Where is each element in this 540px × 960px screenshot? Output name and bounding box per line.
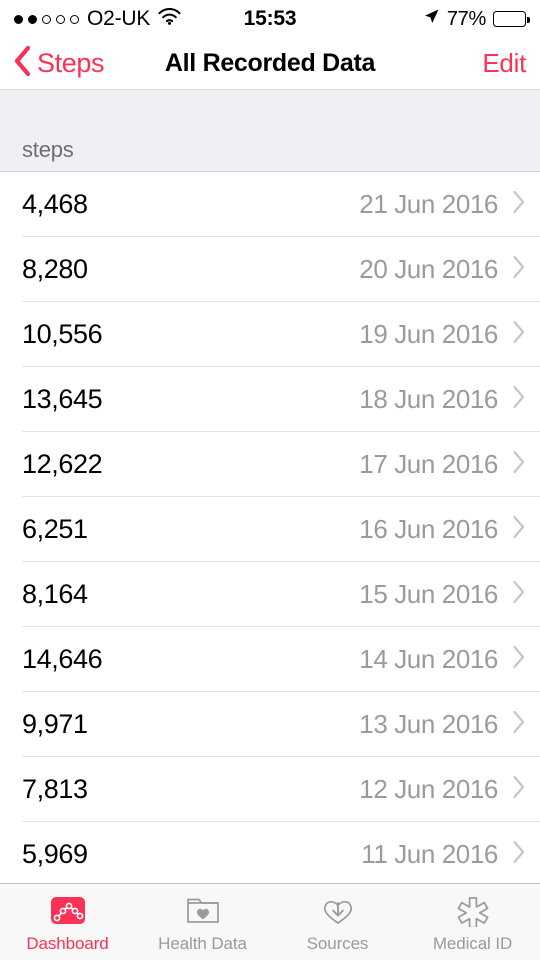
medical-star-icon <box>455 891 491 931</box>
folder-heart-icon <box>184 891 222 931</box>
tab-sources[interactable]: Sources <box>270 884 405 960</box>
row-right-group: 13 Jun 2016 <box>359 709 526 740</box>
chevron-right-icon <box>512 515 526 544</box>
row-date: 14 Jun 2016 <box>359 644 498 674</box>
records-rows: 4,468 21 Jun 2016 8,280 20 Jun 2016 10,556 19… <box>0 172 540 883</box>
chevron-right-icon <box>512 320 526 349</box>
row-value: 4,468 <box>22 189 88 219</box>
table-row[interactable]: 14,646 14 Jun 2016 <box>0 627 540 692</box>
row-right-group: 11 Jun 2016 <box>361 839 526 870</box>
edit-button[interactable]: Edit <box>482 48 526 79</box>
row-date: 19 Jun 2016 <box>359 319 498 349</box>
row-date: 12 Jun 2016 <box>359 774 498 804</box>
section-header-label: steps <box>22 137 74 162</box>
table-row[interactable]: 8,280 20 Jun 2016 <box>0 237 540 302</box>
table-row[interactable]: 12,622 17 Jun 2016 <box>0 432 540 497</box>
row-value: 10,556 <box>22 319 103 349</box>
row-right-group: 17 Jun 2016 <box>359 449 526 480</box>
navigation-bar: Steps All Recorded Data Edit <box>0 38 540 90</box>
table-row[interactable]: 9,971 13 Jun 2016 <box>0 692 540 757</box>
row-date: 20 Jun 2016 <box>359 254 498 284</box>
row-value: 6,251 <box>22 514 88 544</box>
row-date: 18 Jun 2016 <box>359 384 498 414</box>
chevron-right-icon <box>512 190 526 219</box>
row-right-group: 19 Jun 2016 <box>359 319 526 350</box>
section-header: steps <box>0 90 540 172</box>
row-date: 21 Jun 2016 <box>359 189 498 219</box>
row-date: 15 Jun 2016 <box>359 579 498 609</box>
table-row[interactable]: 7,813 12 Jun 2016 <box>0 757 540 822</box>
chevron-left-icon <box>14 45 31 81</box>
row-value: 5,969 <box>22 839 88 869</box>
row-value: 9,971 <box>22 709 88 739</box>
back-button-label: Steps <box>37 48 105 78</box>
row-right-group: 12 Jun 2016 <box>359 774 526 805</box>
tab-health-data-label: Health Data <box>158 933 247 953</box>
row-date: 11 Jun 2016 <box>361 839 498 869</box>
table-row[interactable]: 8,164 15 Jun 2016 <box>0 562 540 627</box>
row-right-group: 18 Jun 2016 <box>359 384 526 415</box>
tab-bar: Dashboard Health Data Sources Medical ID <box>0 883 540 960</box>
back-button[interactable]: Steps <box>14 45 105 81</box>
table-row[interactable]: 5,969 11 Jun 2016 <box>0 822 540 883</box>
tab-medical-id-label: Medical ID <box>432 933 513 953</box>
row-value: 12,622 <box>22 449 103 479</box>
row-value: 14,646 <box>22 644 103 674</box>
tab-sources-label: Sources <box>306 933 369 953</box>
battery-icon <box>493 11 530 27</box>
chevron-right-icon <box>512 710 526 739</box>
row-value: 7,813 <box>22 774 88 804</box>
row-value: 8,280 <box>22 254 88 284</box>
table-row[interactable]: 13,645 18 Jun 2016 <box>0 367 540 432</box>
dashboard-chart-icon <box>48 891 88 931</box>
table-row[interactable]: 10,556 19 Jun 2016 <box>0 302 540 367</box>
chevron-right-icon <box>512 385 526 414</box>
row-right-group: 21 Jun 2016 <box>359 189 526 220</box>
chevron-right-icon <box>512 775 526 804</box>
row-right-group: 15 Jun 2016 <box>359 579 526 610</box>
row-right-group: 14 Jun 2016 <box>359 644 526 675</box>
row-right-group: 16 Jun 2016 <box>359 514 526 545</box>
status-bar-clock: 15:53 <box>243 7 297 30</box>
row-date: 17 Jun 2016 <box>359 449 498 479</box>
row-date: 13 Jun 2016 <box>359 709 498 739</box>
tab-health-data[interactable]: Health Data <box>135 884 270 960</box>
chevron-right-icon <box>512 580 526 609</box>
app-screen: O2-UK 15:53 77% Steps All Recorded Data … <box>0 0 540 960</box>
table-row[interactable]: 4,468 21 Jun 2016 <box>0 172 540 237</box>
row-date: 16 Jun 2016 <box>359 514 498 544</box>
tab-dashboard[interactable]: Dashboard <box>0 884 135 960</box>
tab-medical-id[interactable]: Medical ID <box>405 884 540 960</box>
row-value: 8,164 <box>22 579 88 609</box>
records-list[interactable]: steps 4,468 21 Jun 2016 8,280 20 Jun 2016 10… <box>0 90 540 883</box>
row-right-group: 20 Jun 2016 <box>359 254 526 285</box>
chevron-right-icon <box>512 840 526 869</box>
table-row[interactable]: 6,251 16 Jun 2016 <box>0 497 540 562</box>
chevron-right-icon <box>512 645 526 674</box>
row-value: 13,645 <box>22 384 103 414</box>
heart-download-icon <box>319 891 357 931</box>
chevron-right-icon <box>512 255 526 284</box>
tab-dashboard-label: Dashboard <box>26 933 109 953</box>
chevron-right-icon <box>512 450 526 479</box>
status-bar: O2-UK 15:53 77% <box>0 0 540 38</box>
